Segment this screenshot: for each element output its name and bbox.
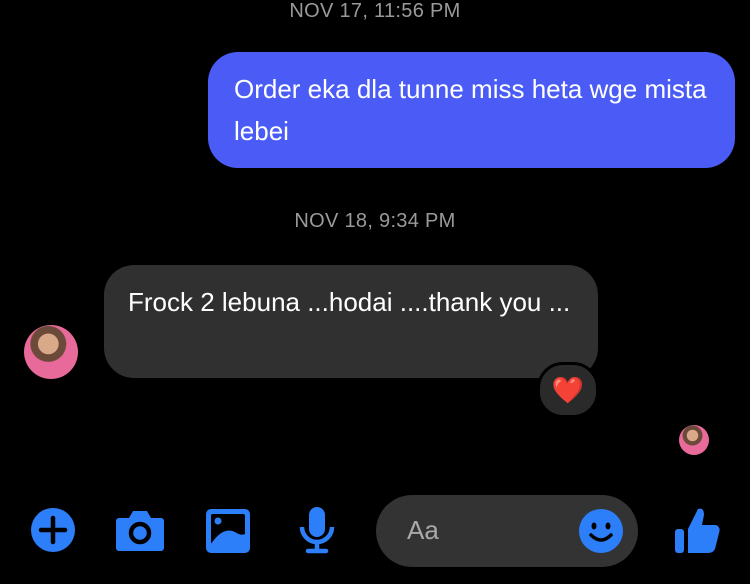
thumbs-up-icon[interactable] (674, 505, 722, 555)
seen-avatar (679, 425, 709, 455)
message-input-placeholder: Aa (407, 515, 439, 545)
camera-icon[interactable] (115, 508, 165, 552)
outgoing-message[interactable]: Order eka dla tunne miss heta wge mista … (208, 52, 735, 168)
contact-avatar[interactable] (24, 325, 78, 379)
timestamp: NOV 17, 11:56 PM (289, 0, 461, 22)
message-input[interactable]: Aa (376, 495, 638, 567)
emoji-icon[interactable] (579, 509, 623, 553)
heart-reaction[interactable]: ❤️ (537, 362, 599, 418)
microphone-icon[interactable] (297, 505, 337, 555)
plus-icon[interactable] (30, 507, 76, 553)
image-icon[interactable] (205, 508, 251, 554)
heart-icon: ❤️ (551, 374, 585, 405)
incoming-message[interactable]: Frock 2 lebuna ...hodai ....thank you ..… (104, 265, 598, 378)
timestamp: NOV 18, 9:34 PM (294, 210, 456, 232)
